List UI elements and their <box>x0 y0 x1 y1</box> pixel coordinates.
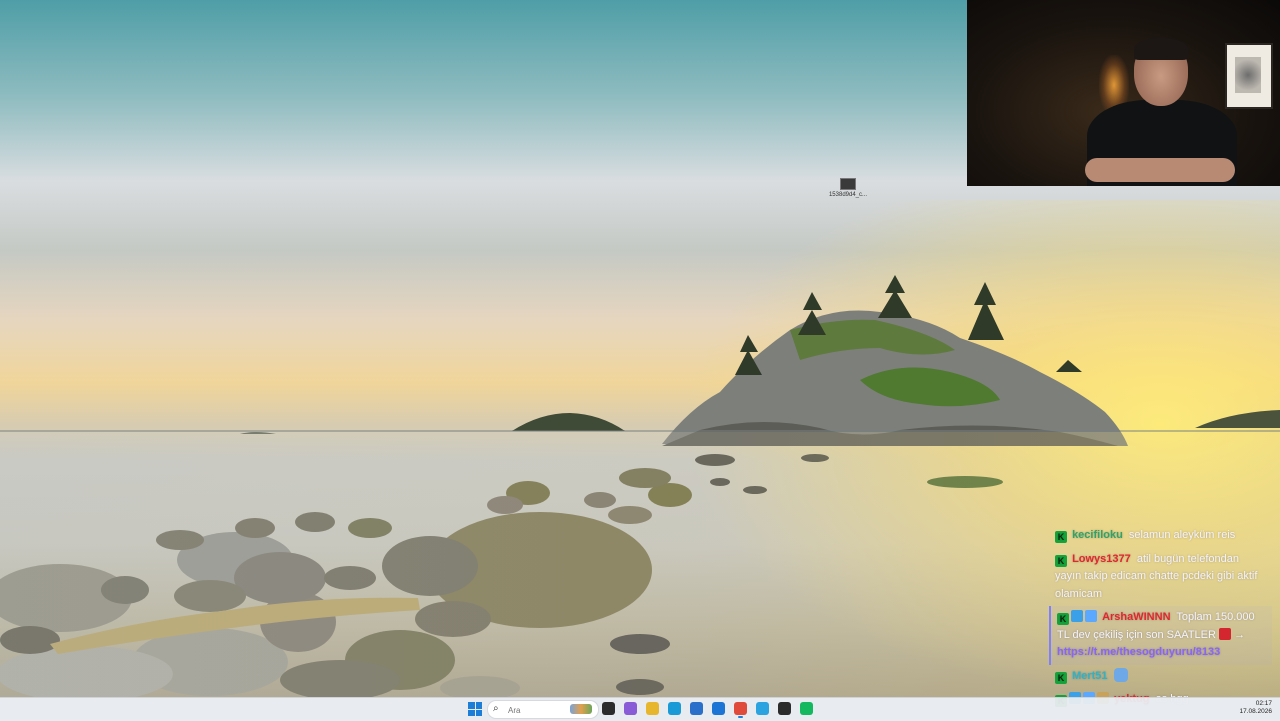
task-view-icon[interactable] <box>602 702 615 715</box>
file-explorer-icon[interactable] <box>646 702 659 715</box>
desktop-file-icon[interactable]: 1538d9d4_c... <box>828 178 868 198</box>
chat-username[interactable]: Lowys1377 <box>1072 553 1131 565</box>
chat-username[interactable]: Mert51 <box>1072 670 1107 682</box>
chat-message: K Lowys1377 atil bugün telefondan yayın … <box>1049 548 1272 607</box>
file-thumbnail-icon <box>840 178 856 190</box>
taskbar-search[interactable]: ⌕ <box>487 700 599 719</box>
siren-emoji-icon <box>1219 627 1232 640</box>
mail-icon[interactable] <box>712 702 725 715</box>
start-button[interactable] <box>468 702 482 716</box>
wall-picture <box>1225 43 1273 109</box>
chat-emote-icon <box>1113 667 1128 682</box>
kick-badge-icon: K <box>1055 671 1067 684</box>
chrome-icon[interactable] <box>734 702 747 718</box>
chat-message: K kecifiloku selamun aleyküm reis <box>1049 524 1272 548</box>
edge-icon[interactable] <box>668 702 681 715</box>
kick-badge-icon: K <box>1055 531 1067 543</box>
chat-message-highlighted: K ArshaWINNN Toplam 150.000 TL dev çekil… <box>1049 606 1272 665</box>
kick-badge-icon: K <box>1055 554 1067 567</box>
desktop-file-label: 1538d9d4_c... <box>828 192 868 198</box>
telegram-icon[interactable] <box>756 702 769 715</box>
chat-username[interactable]: kecifiloku <box>1072 529 1123 541</box>
chat-message: K Mert51 <box>1049 665 1272 689</box>
taskbar: ⌕ 02:17 17.08.2026 <box>0 697 1280 721</box>
media-app-icon[interactable] <box>778 702 791 715</box>
webcam-overlay <box>967 0 1280 186</box>
green-app-icon[interactable] <box>800 702 813 715</box>
streamer-arms <box>1085 158 1235 182</box>
chat-username[interactable]: ArshaWINNN <box>1102 611 1170 623</box>
subscriber-badge-icon <box>1071 610 1083 622</box>
clock-time: 02:17 <box>1255 700 1272 707</box>
chat-link[interactable]: https://t.me/thesogduyuru/8133 <box>1057 646 1220 658</box>
chat-arrow: → <box>1234 628 1246 641</box>
search-highlight-icon <box>570 704 592 714</box>
search-input[interactable] <box>506 703 564 717</box>
stream-chat-overlay: K kecifiloku selamun aleyküm reis K Lowy… <box>1049 524 1272 712</box>
search-icon: ⌕ <box>493 703 499 714</box>
chat-text: selamun aleyküm reis <box>1128 529 1236 541</box>
colorful-app-icon[interactable] <box>624 702 637 715</box>
streamer-hair <box>1134 38 1188 60</box>
horizon-line <box>0 430 1280 432</box>
diamond-badge-icon <box>1085 610 1097 622</box>
photos-icon[interactable] <box>690 702 703 715</box>
clock-date: 17.08.2026 <box>1239 708 1272 715</box>
kick-badge-icon: K <box>1057 613 1069 625</box>
taskbar-clock[interactable]: 02:17 17.08.2026 <box>1239 700 1272 716</box>
